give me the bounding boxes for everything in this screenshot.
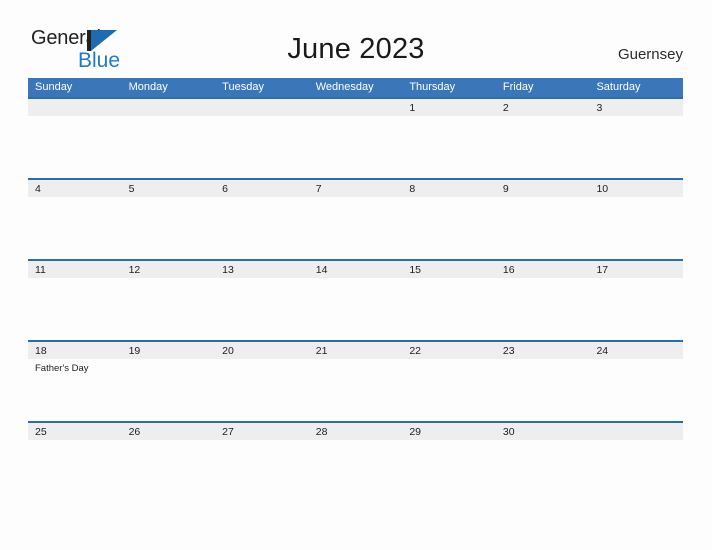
day-cell[interactable]: 27 <box>215 423 309 502</box>
day-number: 9 <box>502 183 509 195</box>
day-number: 14 <box>315 264 328 276</box>
page-title: June 2023 <box>287 33 425 65</box>
day-cell[interactable]: 4 <box>28 180 122 259</box>
day-number: 6 <box>222 183 228 195</box>
day-cell[interactable]: 22 <box>402 342 496 421</box>
day-cell[interactable]: 29 <box>402 423 496 502</box>
week-row: 18 Father's Day 19 20 21 22 23 24 <box>28 340 683 421</box>
week-row: 11 12 13 14 15 16 17 <box>28 259 683 340</box>
week-cells: 11 12 13 14 15 16 17 <box>28 261 683 340</box>
weekday-thursday: Thursday <box>409 81 456 93</box>
weekday-saturday: Saturday <box>596 81 641 93</box>
day-cell[interactable]: 3 <box>589 99 683 178</box>
day-cell[interactable]: 15 <box>402 261 496 340</box>
weekday-friday: Friday <box>502 81 534 93</box>
day-cell[interactable]: 1 <box>402 99 496 178</box>
week-row: 25 26 27 28 29 30 <box>28 421 683 502</box>
week-row: 1 2 3 <box>28 97 683 178</box>
day-number: 13 <box>222 264 234 276</box>
day-cell[interactable] <box>309 99 403 178</box>
day-cell[interactable]: 8 <box>402 180 496 259</box>
day-number: 29 <box>409 426 421 438</box>
day-cell[interactable]: 21 <box>309 342 403 421</box>
day-number: 2 <box>502 102 509 114</box>
weekday-header-row: Sunday Monday Tuesday Wednesday Thursday… <box>28 78 683 97</box>
day-number: 30 <box>502 426 515 438</box>
day-cell[interactable] <box>589 423 683 502</box>
day-cell[interactable]: 19 <box>122 342 216 421</box>
day-number: 23 <box>502 345 515 357</box>
day-cell[interactable]: 20 <box>215 342 309 421</box>
day-number: 3 <box>596 102 603 114</box>
day-cell[interactable]: 28 <box>309 423 403 502</box>
day-cell[interactable]: 23 <box>496 342 590 421</box>
day-number: 1 <box>409 102 416 114</box>
day-cell[interactable]: 14 <box>309 261 403 340</box>
day-number: 11 <box>35 264 46 276</box>
day-cell[interactable]: 10 <box>589 180 683 259</box>
day-number: 27 <box>222 426 234 438</box>
day-cell[interactable]: 16 <box>496 261 590 340</box>
calendar-page: General Blue June 2023 Guernsey Sunday M… <box>0 0 712 550</box>
day-number: 17 <box>596 264 609 276</box>
day-number: 25 <box>35 426 47 438</box>
day-cell[interactable]: 5 <box>122 180 216 259</box>
day-number: 4 <box>35 183 41 195</box>
day-number: 16 <box>502 264 515 276</box>
week-cells: 4 5 6 7 8 9 10 <box>28 180 683 259</box>
day-cell[interactable] <box>215 99 309 178</box>
day-number: 20 <box>222 345 234 357</box>
day-number: 15 <box>409 264 421 276</box>
day-cell[interactable]: 30 <box>496 423 590 502</box>
weekday-wednesday: Wednesday <box>315 81 374 93</box>
country-label: Guernsey <box>617 46 683 63</box>
week-row: 4 5 6 7 8 9 10 <box>28 178 683 259</box>
week-cells: 18 Father's Day 19 20 21 22 23 24 <box>28 342 683 421</box>
day-cell[interactable]: 6 <box>215 180 309 259</box>
day-number: 7 <box>315 183 322 195</box>
day-cell[interactable]: 11 <box>28 261 122 340</box>
day-cell[interactable]: 17 <box>589 261 683 340</box>
day-cell[interactable]: 2 <box>496 99 590 178</box>
day-event-label: Father's Day <box>35 363 89 374</box>
day-number: 10 <box>596 183 609 195</box>
day-number: 12 <box>128 264 141 276</box>
day-number: 18 <box>35 345 47 357</box>
day-number: 24 <box>596 345 609 357</box>
day-number: 21 <box>315 345 328 357</box>
day-cell[interactable]: 26 <box>122 423 216 502</box>
day-number: 5 <box>128 183 135 195</box>
day-number: 22 <box>409 345 421 357</box>
weekday-sunday: Sunday <box>35 81 73 93</box>
calendar-grid: Sunday Monday Tuesday Wednesday Thursday… <box>28 78 683 502</box>
day-cell[interactable]: 18 Father's Day <box>28 342 122 421</box>
day-number: 28 <box>315 426 328 438</box>
day-cell[interactable]: 25 <box>28 423 122 502</box>
day-number: 26 <box>128 426 141 438</box>
week-cells: 1 2 3 <box>28 99 683 178</box>
day-cell[interactable]: 12 <box>122 261 216 340</box>
day-cell[interactable]: 13 <box>215 261 309 340</box>
day-cell[interactable] <box>28 99 122 178</box>
day-number: 19 <box>128 345 141 357</box>
day-cell[interactable]: 24 <box>589 342 683 421</box>
day-cell[interactable]: 9 <box>496 180 590 259</box>
week-cells: 25 26 27 28 29 30 <box>28 423 683 502</box>
weekday-monday: Monday <box>128 81 168 93</box>
day-cell[interactable] <box>122 99 216 178</box>
page-header: General Blue June 2023 Guernsey <box>0 0 712 78</box>
day-cell[interactable]: 7 <box>309 180 403 259</box>
day-number: 8 <box>409 183 416 195</box>
weekday-tuesday: Tuesday <box>222 81 264 93</box>
